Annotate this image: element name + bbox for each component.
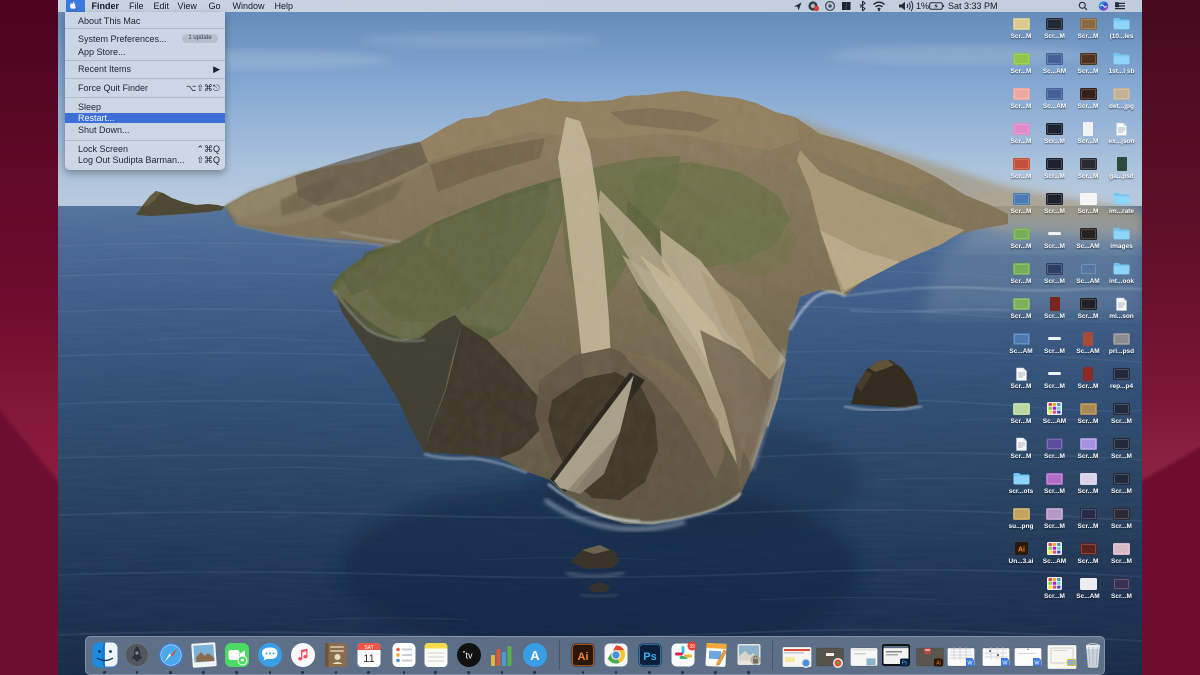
svg-text:Ai: Ai (936, 661, 940, 667)
svg-text:tv: tv (465, 651, 473, 661)
svg-text:A: A (530, 648, 540, 663)
svg-text:W: W (967, 661, 973, 667)
svg-text:Ps: Ps (643, 651, 656, 663)
svg-text:SAT: SAT (364, 645, 373, 651)
svg-text:W: W (1002, 661, 1008, 667)
svg-text:11: 11 (363, 653, 374, 665)
svg-text:W: W (1034, 661, 1040, 667)
svg-text:Ai: Ai (1018, 547, 1025, 554)
svg-text:Ai: Ai (578, 651, 589, 663)
svg-text:Ps: Ps (902, 661, 908, 667)
svg-text:39: 39 (689, 644, 695, 650)
